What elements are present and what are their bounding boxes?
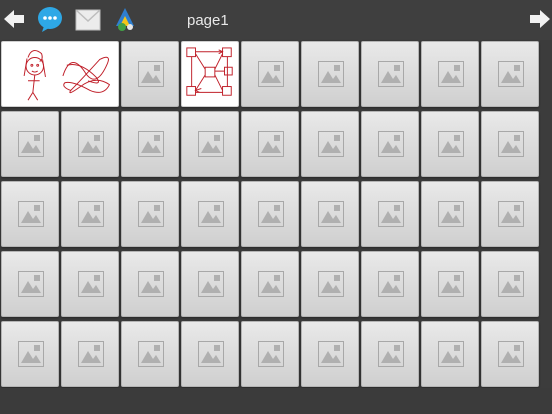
image-placeholder-icon (78, 131, 104, 157)
back-arrow-icon[interactable] (0, 4, 30, 34)
empty-page-thumbnail[interactable] (421, 111, 479, 177)
empty-page-thumbnail[interactable] (361, 41, 419, 107)
drawing-thumbnail-1[interactable] (1, 41, 119, 107)
image-placeholder-icon (438, 271, 464, 297)
empty-page-thumbnail[interactable] (241, 41, 299, 107)
image-placeholder-icon (18, 271, 44, 297)
image-placeholder-icon (438, 201, 464, 227)
empty-page-thumbnail[interactable] (181, 111, 239, 177)
empty-page-thumbnail[interactable] (1, 321, 59, 387)
image-placeholder-icon (78, 271, 104, 297)
chat-bubble-icon[interactable] (35, 4, 65, 34)
image-placeholder-icon (258, 201, 284, 227)
image-placeholder-icon (18, 341, 44, 367)
image-placeholder-icon (498, 201, 524, 227)
image-placeholder-icon (258, 61, 284, 87)
empty-page-thumbnail[interactable] (481, 41, 539, 107)
image-placeholder-icon (318, 131, 344, 157)
empty-page-thumbnail[interactable] (421, 321, 479, 387)
empty-page-thumbnail[interactable] (121, 251, 179, 317)
image-placeholder-icon (378, 61, 404, 87)
empty-page-thumbnail[interactable] (301, 41, 359, 107)
image-placeholder-icon (498, 271, 524, 297)
empty-page-thumbnail[interactable] (361, 181, 419, 247)
image-placeholder-icon (18, 201, 44, 227)
drawing-thumbnail-2[interactable] (181, 41, 239, 107)
image-placeholder-icon (378, 271, 404, 297)
image-placeholder-icon (18, 131, 44, 157)
page-title: page1 (187, 12, 229, 29)
share-icon[interactable] (110, 4, 140, 34)
image-placeholder-icon (378, 341, 404, 367)
image-placeholder-icon (258, 271, 284, 297)
image-placeholder-icon (258, 131, 284, 157)
forward-arrow-icon[interactable] (524, 4, 552, 34)
image-placeholder-icon (138, 271, 164, 297)
image-placeholder-icon (138, 61, 164, 87)
empty-page-thumbnail[interactable] (241, 251, 299, 317)
image-placeholder-icon (78, 201, 104, 227)
face-scribble-drawing-icon (23, 50, 111, 101)
empty-page-thumbnail[interactable] (481, 321, 539, 387)
empty-page-thumbnail[interactable] (61, 181, 119, 247)
empty-page-thumbnail[interactable] (481, 111, 539, 177)
image-placeholder-icon (498, 341, 524, 367)
empty-page-thumbnail[interactable] (121, 111, 179, 177)
flow-diagram-drawing-icon (186, 47, 233, 96)
empty-page-thumbnail[interactable] (361, 111, 419, 177)
image-placeholder-icon (198, 271, 224, 297)
image-placeholder-icon (318, 201, 344, 227)
empty-page-thumbnail[interactable] (481, 181, 539, 247)
image-placeholder-icon (498, 61, 524, 87)
image-placeholder-icon (438, 131, 464, 157)
image-placeholder-icon (258, 341, 284, 367)
image-placeholder-icon (318, 61, 344, 87)
page-grid (0, 40, 552, 390)
empty-page-thumbnail[interactable] (361, 251, 419, 317)
empty-page-thumbnail[interactable] (61, 111, 119, 177)
image-placeholder-icon (198, 201, 224, 227)
empty-page-thumbnail[interactable] (1, 111, 59, 177)
mail-icon[interactable] (73, 4, 103, 34)
empty-page-thumbnail[interactable] (1, 251, 59, 317)
empty-page-thumbnail[interactable] (301, 181, 359, 247)
image-placeholder-icon (378, 131, 404, 157)
empty-page-thumbnail[interactable] (241, 181, 299, 247)
image-placeholder-icon (198, 341, 224, 367)
bottom-bar (0, 388, 552, 414)
empty-page-thumbnail[interactable] (301, 111, 359, 177)
image-placeholder-icon (378, 201, 404, 227)
image-placeholder-icon (198, 131, 224, 157)
empty-page-thumbnail[interactable] (421, 251, 479, 317)
empty-page-thumbnail[interactable] (301, 251, 359, 317)
empty-page-thumbnail[interactable] (301, 321, 359, 387)
empty-page-thumbnail[interactable] (181, 321, 239, 387)
image-placeholder-icon (318, 271, 344, 297)
empty-page-thumbnail[interactable] (241, 111, 299, 177)
empty-page-thumbnail[interactable] (241, 321, 299, 387)
empty-page-thumbnail[interactable] (121, 181, 179, 247)
top-toolbar: page1 (0, 0, 552, 40)
image-placeholder-icon (438, 61, 464, 87)
empty-page-thumbnail[interactable] (181, 181, 239, 247)
image-placeholder-icon (78, 341, 104, 367)
empty-page-thumbnail[interactable] (181, 251, 239, 317)
empty-page-thumbnail[interactable] (1, 181, 59, 247)
image-placeholder-icon (498, 131, 524, 157)
image-placeholder-icon (138, 131, 164, 157)
empty-page-thumbnail[interactable] (61, 321, 119, 387)
empty-page-thumbnail[interactable] (361, 321, 419, 387)
empty-page-thumbnail[interactable] (121, 41, 179, 107)
image-placeholder-icon (438, 341, 464, 367)
empty-page-thumbnail[interactable] (61, 251, 119, 317)
empty-page-thumbnail[interactable] (421, 181, 479, 247)
empty-page-thumbnail[interactable] (481, 251, 539, 317)
image-placeholder-icon (318, 341, 344, 367)
image-placeholder-icon (138, 341, 164, 367)
empty-page-thumbnail[interactable] (121, 321, 179, 387)
image-placeholder-icon (138, 201, 164, 227)
empty-page-thumbnail[interactable] (421, 41, 479, 107)
